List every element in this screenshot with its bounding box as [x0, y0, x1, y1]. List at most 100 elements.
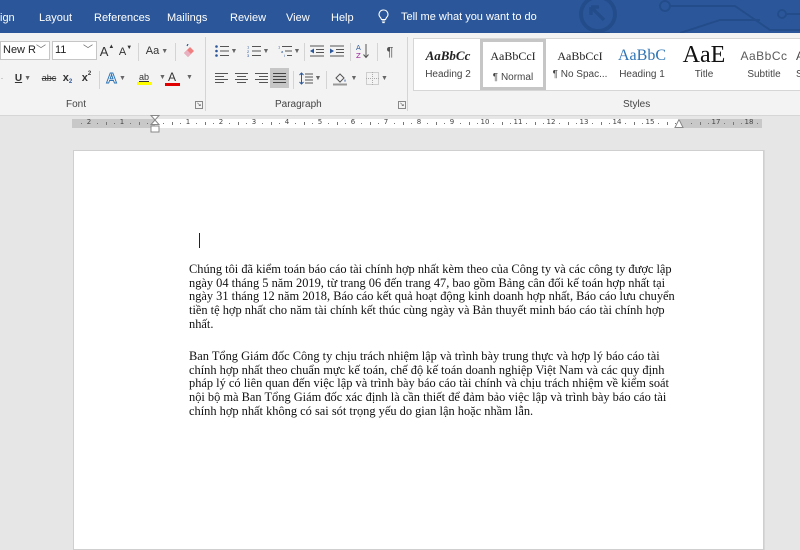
align-center-button[interactable] — [232, 69, 250, 87]
first-line-indent-marker-icon[interactable] — [150, 115, 160, 134]
font-name-value: New R — [3, 44, 37, 56]
style-name: Subtitle — [747, 69, 781, 80]
line-spacing-button[interactable]: ▼ — [297, 69, 323, 87]
clear-formatting-button[interactable] — [180, 42, 198, 60]
show-formatting-button[interactable]: ¶ — [381, 42, 399, 60]
borders-icon — [366, 71, 380, 85]
justify-button[interactable] — [270, 68, 289, 88]
ruler-dot — [113, 123, 115, 124]
style-name: Heading 1 — [619, 69, 665, 80]
style-normal[interactable]: AaBbCcI ¶ Normal — [480, 39, 546, 90]
style-name: Title — [694, 69, 714, 80]
tab-view[interactable]: View — [286, 0, 310, 33]
ruler-dot — [575, 123, 577, 124]
multilevel-list-button[interactable]: 1ai ▼ — [275, 42, 303, 60]
tab-layout[interactable]: Layout — [39, 0, 72, 33]
subscript-button[interactable]: x2 — [60, 69, 75, 87]
chevron-down-icon[interactable]: ﹀ — [36, 42, 46, 59]
tell-me-search[interactable]: Tell me what you want to do — [378, 0, 537, 33]
superscript-button[interactable]: x2 — [79, 69, 94, 87]
ruler-number: 9 — [449, 118, 455, 126]
ruler-dot — [361, 123, 363, 124]
highlight-button[interactable]: ab — [130, 68, 158, 88]
paragraph-dialog-launcher-icon[interactable]: ↘ — [398, 101, 406, 109]
ruler-number: 1 — [185, 118, 191, 126]
ruler-number: 2 — [218, 118, 224, 126]
document-paragraph[interactable]: Chúng tôi đã kiểm toán báo cáo tài chính… — [189, 262, 682, 332]
ruler-dot — [526, 123, 528, 124]
tab-design[interactable]: ign — [0, 0, 15, 33]
ruler-number: 7 — [383, 118, 389, 126]
style-name: Heading 2 — [425, 69, 471, 80]
ruler-number: 14 — [612, 118, 622, 126]
borders-button[interactable]: ▼ — [363, 69, 391, 87]
eraser-icon — [184, 44, 194, 57]
ruler-dot — [130, 123, 132, 124]
ruler-tick — [402, 122, 404, 125]
tab-mailings[interactable]: Mailings — [167, 0, 207, 33]
right-indent-marker-icon[interactable] — [674, 119, 684, 128]
style-strong[interactable]: A S — [796, 39, 800, 90]
shading-button[interactable]: ▼ — [331, 68, 359, 88]
shrink-font-button[interactable]: A ▼ — [119, 43, 132, 61]
ruler-number: 10 — [480, 118, 490, 126]
change-case-button[interactable]: Aa ▼ — [143, 42, 171, 60]
ruler-dot — [146, 123, 148, 124]
ruler-number: 8 — [416, 118, 422, 126]
sort-button[interactable]: A Z — [354, 41, 372, 61]
tab-help[interactable]: Help — [331, 0, 354, 33]
ruler-tick — [336, 122, 338, 125]
style-subtitle[interactable]: AaBbCc Subtitle — [732, 39, 796, 90]
underline-button[interactable]: U ▼ — [12, 69, 34, 87]
font-dialog-launcher-icon[interactable]: ↘ — [195, 101, 203, 109]
strikethrough-button[interactable]: abc — [40, 69, 58, 87]
ruler-dot — [691, 123, 693, 124]
ruler-number: 17 — [711, 118, 721, 126]
tab-review[interactable]: Review — [230, 0, 266, 33]
font-color-button[interactable]: A — [164, 68, 180, 88]
ribbon-tab-bar: ign Layout References Mailings Review Vi… — [0, 0, 800, 33]
document-paragraph[interactable]: Ban Tổng Giám đốc Công ty chịu trách nhi… — [189, 349, 682, 419]
style-title[interactable]: AaE Title — [672, 39, 736, 90]
italic-button[interactable]: · — [0, 69, 4, 87]
numbering-button[interactable]: 123 ▼ — [244, 42, 272, 60]
bullets-button[interactable]: ▼ — [212, 42, 240, 60]
style-heading-1[interactable]: AaBbC Heading 1 — [610, 39, 674, 90]
grow-font-icon: A — [99, 43, 109, 59]
ruler-tick — [567, 122, 569, 125]
strikethrough-icon: abc — [41, 73, 57, 83]
ruler-tick — [105, 122, 107, 125]
ruler-tick — [237, 122, 239, 125]
ruler-dot — [377, 123, 379, 124]
ruler-dot — [509, 123, 511, 124]
font-color-icon: A — [167, 69, 176, 84]
ruler-number: 1 — [119, 118, 125, 126]
ruler-dot — [542, 123, 544, 124]
style-heading-2[interactable]: AaBbCc Heading 2 — [416, 39, 480, 90]
ruler-number: 2 — [86, 118, 92, 126]
increase-indent-button[interactable] — [328, 42, 346, 60]
ruler-dot — [179, 123, 181, 124]
align-left-button[interactable] — [212, 69, 230, 87]
ruler-dot — [196, 123, 198, 124]
text-effects-button[interactable]: A ▼ — [104, 69, 128, 87]
group-divider — [205, 37, 206, 111]
chevron-down-icon[interactable]: ▼ — [186, 74, 193, 81]
underline-icon: U — [14, 72, 23, 84]
font-name-combobox[interactable]: New R ﹀ — [0, 41, 50, 60]
decrease-indent-button[interactable] — [308, 42, 326, 60]
grow-font-button[interactable]: A ▲ — [99, 42, 115, 60]
ruler-dot — [212, 123, 214, 124]
style-name: ¶ No Spac... — [552, 69, 608, 80]
ruler-dot — [592, 123, 594, 124]
style-preview: AaBbCc — [425, 48, 471, 63]
document-page[interactable]: Chúng tôi đã kiểm toán báo cáo tài chính… — [73, 150, 764, 550]
style-no-spacing[interactable]: AaBbCcI ¶ No Spac... — [548, 39, 612, 90]
font-size-combobox[interactable]: 11 ﹀ — [52, 41, 97, 60]
align-right-icon — [254, 73, 268, 83]
chevron-down-icon[interactable]: ﹀ — [83, 42, 93, 59]
tab-references[interactable]: References — [94, 0, 150, 33]
horizontal-ruler[interactable]: 2 1 1 2 3 4 5 6 7 8 9 10 11 12 13 14 15 17 18 — [72, 118, 762, 128]
ruler-dot — [262, 123, 264, 124]
align-right-button[interactable] — [252, 69, 270, 87]
